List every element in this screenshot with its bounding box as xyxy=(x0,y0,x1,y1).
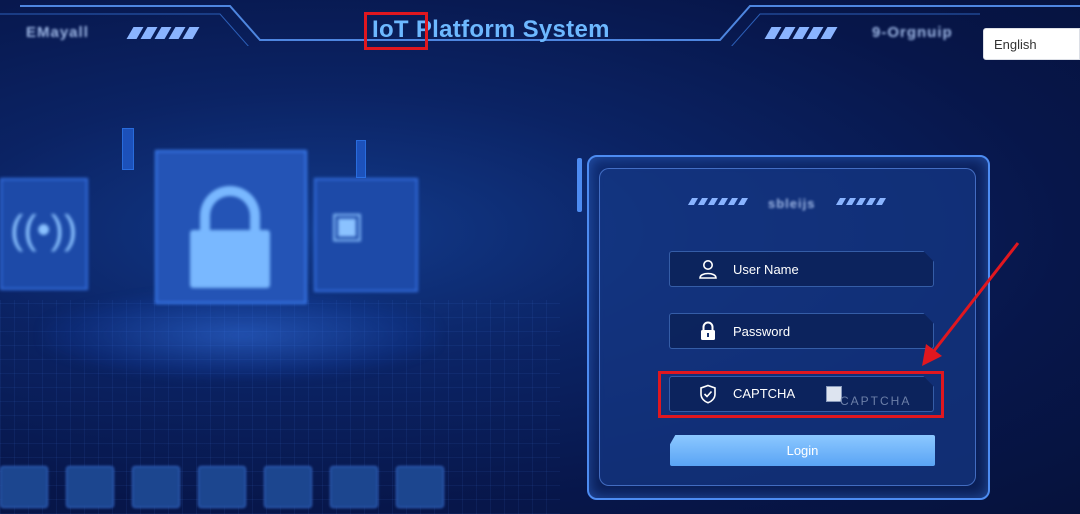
annotation-arrow xyxy=(922,242,1020,366)
